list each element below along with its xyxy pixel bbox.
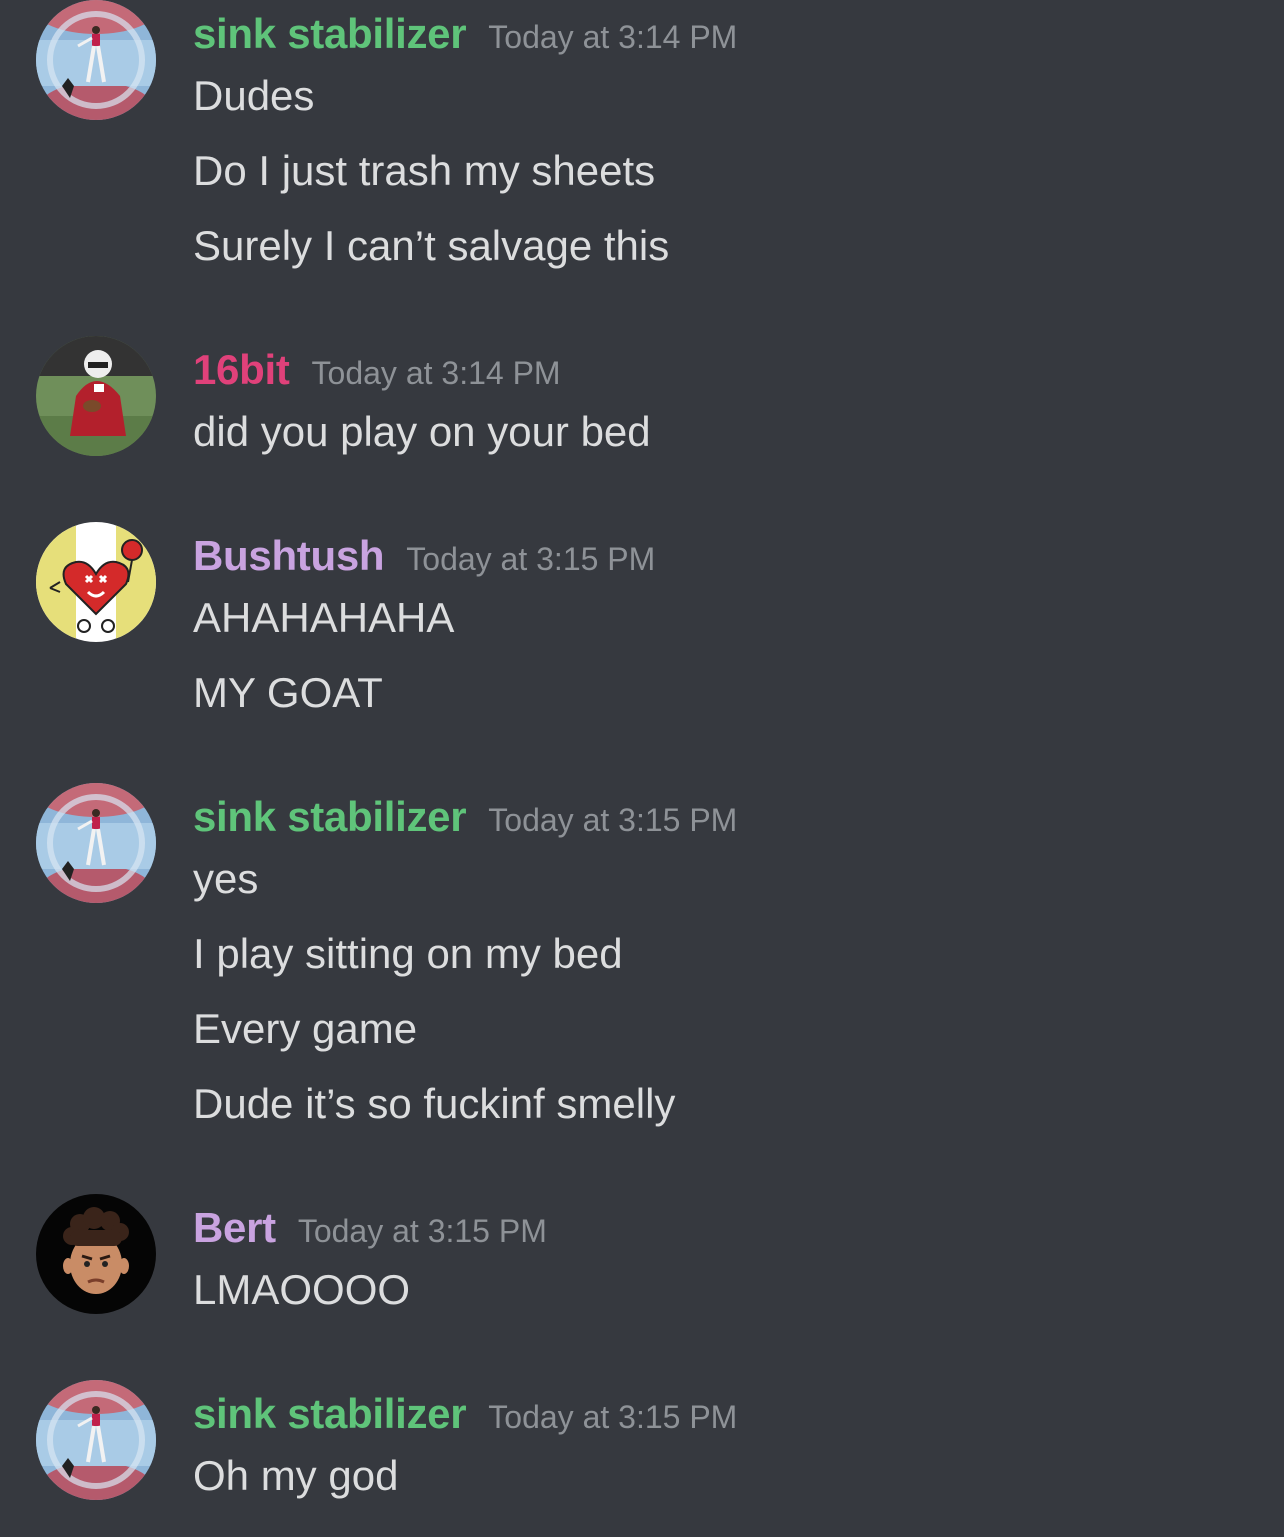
username[interactable]: 16bit [193,346,290,393]
message-text: Dude it’s so fuckinf smelly [193,1080,676,1127]
chat-message-list: sink stabilizer Today at 3:14 PM Dudes Do… [0,0,1284,1537]
timestamp: Today at 3:14 PM [488,19,738,55]
memoji-face-avatar[interactable] [36,1194,156,1314]
username[interactable]: sink stabilizer [193,10,467,57]
timestamp: Today at 3:15 PM [488,1399,738,1435]
plane-wing-figure-avatar[interactable] [36,1380,156,1500]
message-text: I play sitting on my bed [193,930,623,977]
timestamp: Today at 3:14 PM [311,355,561,391]
plane-wing-figure-avatar[interactable] [36,0,156,120]
cartoon-heart-stop-sign-avatar[interactable] [36,522,156,642]
username[interactable]: sink stabilizer [193,1390,467,1437]
football-player-avatar[interactable] [36,336,156,456]
message-header: sink stabilizer Today at 3:15 PM [193,793,737,845]
message-header: sink stabilizer Today at 3:14 PM [193,10,737,62]
message-text: yes [193,855,259,902]
timestamp: Today at 3:15 PM [406,541,656,577]
username[interactable]: Bert [193,1204,276,1251]
message-text: Oh my god [193,1452,399,1499]
message-text: LMAOOOO [193,1266,411,1313]
message-header: Bert Today at 3:15 PM [193,1204,547,1256]
message-text: Do I just trash my sheets [193,147,656,194]
message-text: Dudes [193,72,315,119]
plane-wing-figure-avatar[interactable] [36,783,156,903]
username[interactable]: sink stabilizer [193,793,467,840]
message-header: Bushtush Today at 3:15 PM [193,532,655,584]
message-text: Surely I can’t salvage this [193,222,670,269]
message-header: sink stabilizer Today at 3:15 PM [193,1390,737,1442]
message-text: Every game [193,1005,418,1052]
message-text: MY GOAT [193,669,383,716]
message-text: did you play on your bed [193,408,651,455]
message-text: AHAHAHAHA [193,594,455,641]
username[interactable]: Bushtush [193,532,385,579]
timestamp: Today at 3:15 PM [488,802,738,838]
timestamp: Today at 3:15 PM [297,1213,547,1249]
message-header: 16bit Today at 3:14 PM [193,346,561,398]
